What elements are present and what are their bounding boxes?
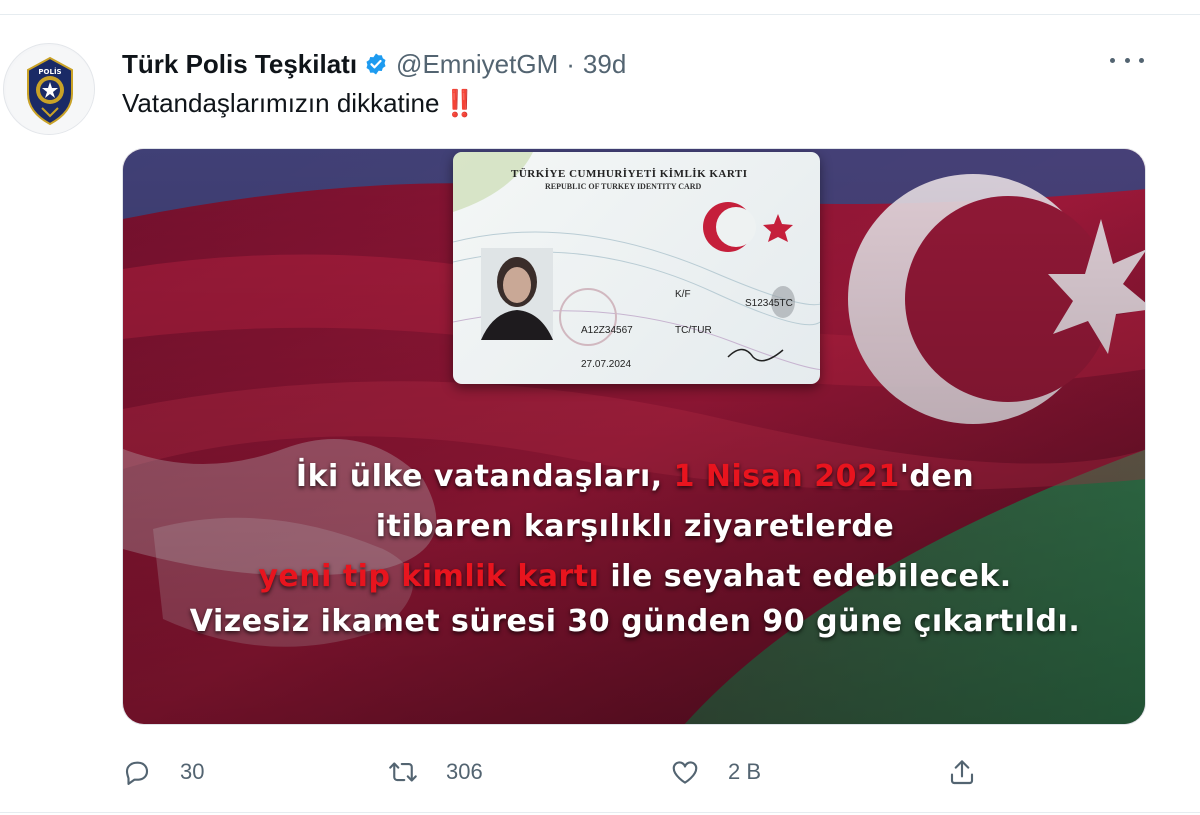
share-icon: [950, 760, 974, 785]
id-card-document-no: A12Z34567: [581, 325, 633, 336]
tweet-header: Türk Polis Teşkilatı @EmniyetGM · 39d: [122, 44, 626, 84]
retweet-button[interactable]: 306: [388, 750, 483, 794]
bottom-divider: [0, 812, 1200, 813]
image-text-part: İki ülke vatandaşları,: [295, 459, 674, 494]
tweet-image[interactable]: TÜRKİYE CUMHURİYETİ KİMLİK KARTI REPUBLI…: [122, 148, 1146, 725]
id-card-subtitle: REPUBLIC OF TURKEY IDENTITY CARD: [545, 182, 702, 191]
image-text-line-3: yeni tip kimlik kartı ile seyahat edebil…: [123, 559, 1145, 594]
tweet-text: Vatandaşlarımızın dikkatine ‼️: [122, 88, 476, 119]
police-emblem-icon: POLİS: [6, 46, 94, 134]
reply-icon: [125, 761, 149, 785]
author-name[interactable]: Türk Polis Teşkilatı: [122, 49, 357, 80]
image-text-line-4: Vizesiz ikamet süresi 30 günden 90 güne …: [189, 604, 1081, 639]
double-exclamation-emoji: ‼️: [443, 88, 475, 118]
image-text-highlight: yeni tip kimlik kartı: [258, 559, 600, 594]
id-card-serial: S12345TC: [745, 298, 793, 309]
id-card-valid-until: 27.07.2024: [581, 359, 632, 370]
separator: ·: [566, 48, 575, 79]
image-text-line-2: itibaren karşılıklı ziyaretlerde: [375, 509, 895, 544]
more-dot: [1139, 57, 1144, 63]
like-button[interactable]: 2 B: [670, 750, 761, 794]
image-text-line-1: İki ülke vatandaşları, 1 Nisan 2021'den: [123, 459, 1145, 494]
image-text-part: 'den: [899, 459, 975, 494]
id-card-gender: K/F: [675, 289, 691, 300]
author-handle[interactable]: @EmniyetGM: [396, 49, 558, 80]
retweet-count: 306: [446, 759, 483, 784]
top-divider: [0, 14, 1200, 15]
image-text-part: ile seyahat edebilecek.: [599, 559, 1012, 594]
heart-icon: [672, 761, 698, 784]
reply-count: 30: [180, 759, 205, 784]
id-card-image: TÜRKİYE CUMHURİYETİ KİMLİK KARTI REPUBLI…: [453, 152, 820, 384]
id-card-title: TÜRKİYE CUMHURİYETİ KİMLİK KARTI: [511, 168, 748, 180]
verified-badge-icon: [366, 53, 386, 75]
image-text-highlight: 1 Nisan 2021: [673, 459, 900, 494]
more-dot: [1110, 57, 1115, 63]
avatar[interactable]: POLİS: [3, 43, 95, 135]
more-dot: [1124, 57, 1130, 63]
timestamp[interactable]: 39d: [583, 49, 626, 80]
like-count: 2 B: [728, 759, 762, 784]
reply-button[interactable]: 30: [122, 750, 204, 794]
tweet-body: Vatandaşlarımızın dikkatine: [122, 88, 440, 118]
svg-text:POLİS: POLİS: [38, 67, 61, 76]
action-bar: 30 306 2 B: [122, 750, 1146, 794]
retweet-icon: [389, 762, 417, 782]
id-card-nationality: TC/TUR: [675, 325, 712, 336]
more-icon[interactable]: [1110, 48, 1144, 72]
share-button[interactable]: [947, 750, 977, 794]
